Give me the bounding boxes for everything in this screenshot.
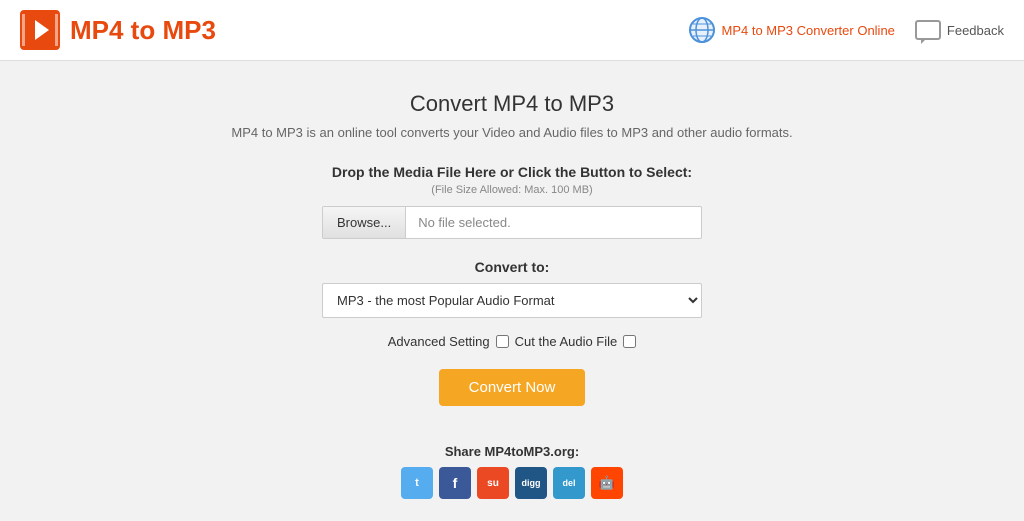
share-facebook-icon[interactable]: f: [439, 467, 471, 499]
file-name-display: No file selected.: [406, 207, 701, 238]
convert-button[interactable]: Convert Now: [439, 369, 586, 406]
header-right: MP4 to MP3 Converter Online Feedback: [688, 16, 1005, 44]
share-section: Share MP4toMP3.org: t f su digg del 🤖: [182, 444, 842, 499]
logo-area: MP4 to MP3: [20, 10, 216, 50]
cut-audio-label: Cut the Audio File: [515, 334, 618, 349]
page-subtitle: MP4 to MP3 is an online tool converts yo…: [182, 125, 842, 140]
file-input-area: Browse... No file selected.: [322, 206, 702, 239]
share-twitter-icon[interactable]: t: [401, 467, 433, 499]
share-digg-icon[interactable]: digg: [515, 467, 547, 499]
logo-title: MP4 to MP3: [70, 15, 216, 46]
header: MP4 to MP3 MP4 to MP3 Converter Online F…: [0, 0, 1024, 61]
share-icons: t f su digg del 🤖: [182, 467, 842, 499]
advanced-setting-label: Advanced Setting: [388, 334, 490, 349]
logo-icon: [20, 10, 60, 50]
feedback-icon: [915, 20, 941, 40]
drop-label: Drop the Media File Here or Click the Bu…: [182, 164, 842, 180]
share-stumbleupon-icon[interactable]: su: [477, 467, 509, 499]
feedback-link[interactable]: Feedback: [915, 20, 1004, 40]
globe-icon: [688, 16, 716, 44]
nav-link-text: MP4 to MP3 Converter Online: [722, 23, 895, 38]
advanced-setting-checkbox[interactable]: [496, 335, 509, 348]
advanced-row: Advanced Setting Cut the Audio File: [182, 334, 842, 349]
file-size-note: (File Size Allowed: Max. 100 MB): [182, 184, 842, 196]
feedback-text: Feedback: [947, 23, 1004, 38]
share-delicious-icon[interactable]: del: [553, 467, 585, 499]
nav-converter-link[interactable]: MP4 to MP3 Converter Online: [688, 16, 895, 44]
share-reddit-icon[interactable]: 🤖: [591, 467, 623, 499]
cut-audio-checkbox[interactable]: [623, 335, 636, 348]
film-strip-icon: [22, 14, 58, 46]
format-select[interactable]: MP3 - the most Popular Audio Format: [322, 283, 702, 318]
convert-to-label: Convert to:: [182, 259, 842, 275]
main-content: Convert MP4 to MP3 MP4 to MP3 is an onli…: [162, 61, 862, 519]
browse-button[interactable]: Browse...: [323, 207, 406, 238]
share-label: Share MP4toMP3.org:: [182, 444, 842, 459]
page-title: Convert MP4 to MP3: [182, 91, 842, 117]
